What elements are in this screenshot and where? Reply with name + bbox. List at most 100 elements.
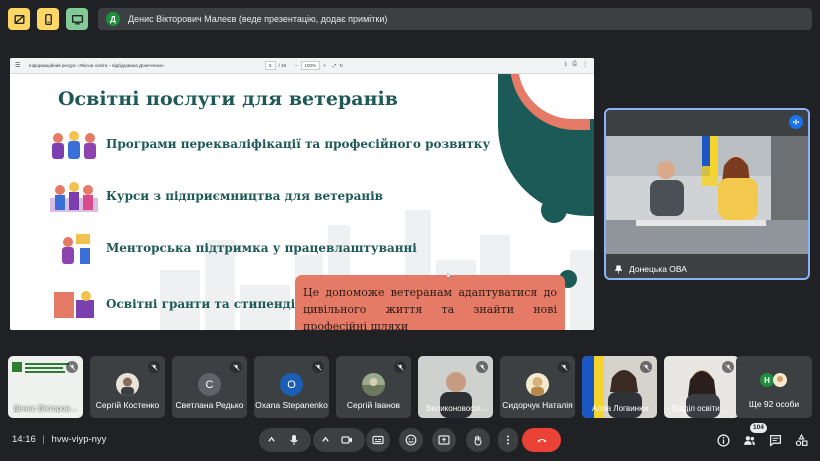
leave-call-button[interactable] (522, 428, 561, 452)
document-title: Інформаційний ресурс «Якісна освіта – ві… (29, 63, 165, 68)
participant-tile[interactable]: Алла Логвинюк (582, 356, 657, 418)
menu-icon[interactable]: ☰ (15, 62, 23, 69)
raise-hand-button[interactable] (466, 428, 490, 452)
people-count-badge: 104 (750, 423, 767, 433)
participant-name: Денис Вікторович Малеєв (13, 404, 79, 413)
more-vert-icon[interactable]: ⋮ (582, 61, 588, 68)
slide-item: Програми перекваліфікації та професійног… (46, 126, 490, 162)
participant-name: Сергій Костенко (95, 400, 160, 410)
participant-tile[interactable]: Відділ освіти ... (664, 356, 739, 418)
active-speaker-tile[interactable]: Донецька ОВА (604, 108, 810, 280)
separator: | (42, 434, 45, 445)
participant-name: Сидорчук Наталія (502, 400, 573, 410)
rotate-icon[interactable]: ↻ (339, 63, 343, 69)
callout-box: Це допоможе ветеранам адаптуватися до ци… (295, 275, 565, 330)
captions-icon (372, 435, 384, 445)
stop-presenting-button[interactable] (8, 8, 30, 30)
chevron-up-icon[interactable] (267, 435, 276, 444)
participant-tile[interactable]: Денис Вікторович Малеєв (8, 356, 83, 418)
speaking-indicator-icon (789, 115, 803, 129)
microphone-icon[interactable] (288, 434, 300, 446)
chevron-up-icon[interactable] (321, 435, 330, 444)
emoji-icon (405, 434, 417, 446)
participant-name: Відділ освіти ... (672, 404, 729, 413)
reactions-button[interactable] (399, 428, 423, 452)
slide-item: Освітні гранти та стипендії (46, 286, 300, 322)
hand-icon (474, 435, 482, 446)
more-vert-icon (507, 435, 509, 445)
shapes-icon (795, 433, 808, 446)
muted-icon (640, 361, 652, 373)
phone-stop-button[interactable] (37, 8, 59, 30)
more-options-button[interactable] (498, 428, 518, 452)
participant-name: Донецька ОВА (629, 264, 687, 274)
activities-button[interactable] (793, 432, 809, 448)
pin-icon[interactable] (614, 265, 623, 274)
more-participants-label: Ще 92 особи (748, 399, 800, 409)
avatar (773, 373, 787, 387)
team-illustration (50, 182, 98, 212)
participant-name: Великоновосілківська (426, 404, 492, 413)
print-icon[interactable]: ⎙ (572, 61, 577, 68)
mouse-cursor-icon (447, 273, 452, 279)
chat-button[interactable] (767, 432, 783, 448)
participant-name: Сергій Іванов (346, 400, 401, 410)
fit-page-icon[interactable]: ⤢ (333, 63, 337, 68)
muted-icon (312, 361, 324, 373)
participant-tile[interactable]: Великоновосілківська (418, 356, 493, 418)
tv-cast-icon (71, 14, 83, 25)
presenter-banner: Д Денис Вікторович Малеєв (веде презента… (98, 8, 812, 30)
participant-tile[interactable]: Сергій Костенко (90, 356, 165, 418)
people-icon (743, 435, 755, 445)
participant-tile[interactable]: С Светлана Редько (172, 356, 247, 418)
zoom-out-button[interactable]: – (295, 63, 298, 68)
slide-item-text: Програми перекваліфікації та професійног… (106, 137, 491, 151)
video-top-area (606, 110, 808, 136)
participant-tile[interactable]: O Oxana Stepanenko (254, 356, 329, 418)
present-button[interactable] (432, 428, 456, 452)
more-participants-tile[interactable]: Н Ще 92 особи (736, 356, 812, 418)
camera-icon[interactable] (341, 434, 353, 446)
pdf-actions: ⤓ ⎙ ⋮ (565, 61, 588, 68)
pdf-toolbar: ☰ Інформаційний ресурс «Якісна освіта – … (10, 58, 594, 74)
presentation-view: ☰ Інформаційний ресурс «Якісна освіта – … (10, 58, 594, 330)
presenter-label: Денис Вікторович Малеєв (веде презентаці… (128, 14, 388, 24)
participant-tile[interactable]: Сидорчук Наталія (500, 356, 575, 418)
zoom-level[interactable]: 100% (300, 61, 321, 70)
no-stop-sign-icon (13, 14, 25, 24)
muted-icon (558, 361, 570, 373)
meeting-info: 14:16 | hvw-viyp-nyy (12, 434, 106, 445)
avatar: С (198, 373, 221, 396)
avatar (362, 373, 385, 396)
slide-item: Курси з підприємництва для ветеранів (46, 178, 383, 214)
avatar (116, 373, 139, 396)
people-button[interactable] (741, 432, 757, 448)
cast-button[interactable] (66, 8, 88, 30)
grant-illustration (54, 291, 94, 318)
slide-item-text: Менторська підтримка у працевлаштуванні (106, 241, 417, 255)
hang-up-icon (537, 439, 546, 443)
slide-title: Освітні послуги для ветеранів (58, 88, 398, 110)
slide: Освітні послуги для ветеранів Програми п… (10, 74, 594, 330)
muted-icon (722, 361, 734, 373)
present-screen-icon (438, 435, 450, 445)
page-number-input[interactable]: 5 (265, 61, 276, 70)
muted-icon (230, 361, 242, 373)
decor-circle (541, 197, 567, 223)
participant-name: Алла Логвинюк (592, 404, 649, 413)
download-icon[interactable]: ⤓ (565, 61, 568, 68)
mentor-illustration (62, 234, 90, 264)
participant-strip: Денис Вікторович Малеєв Сергій Костенко … (8, 356, 812, 418)
meeting-details-button[interactable] (715, 432, 731, 448)
presenter-avatar: Д (106, 12, 120, 26)
participant-name: Светлана Редько (175, 400, 244, 410)
participant-name: Oxana Stepanenko (255, 400, 328, 410)
participant-tile[interactable]: Сергій Іванов (336, 356, 411, 418)
zoom-in-button[interactable]: + (323, 63, 326, 68)
muted-icon (148, 361, 160, 373)
captions-button[interactable] (366, 428, 390, 452)
slide-item: Менторська підтримка у працевлаштуванні (46, 230, 417, 266)
camera-control-group (313, 428, 365, 452)
avatar (526, 373, 549, 396)
muted-icon (66, 361, 78, 373)
